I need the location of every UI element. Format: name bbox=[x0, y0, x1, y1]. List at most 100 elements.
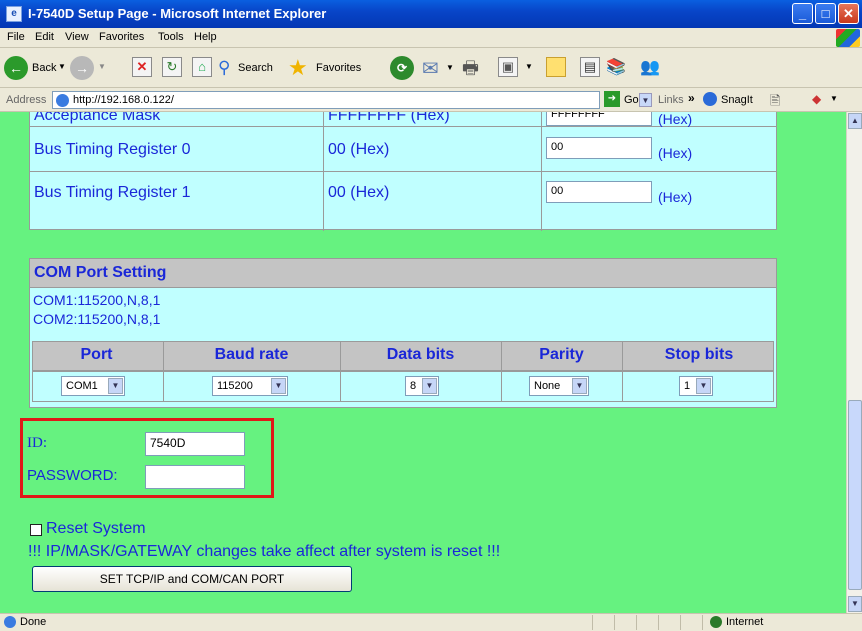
header-parity: Parity bbox=[539, 346, 584, 363]
scroll-down-icon[interactable]: ▼ bbox=[848, 596, 862, 612]
forward-button[interactable]: → ▼ bbox=[70, 55, 110, 81]
edit-icon[interactable]: ▣ bbox=[498, 57, 518, 77]
port-select[interactable]: COM1 ▼ bbox=[61, 376, 125, 396]
toolbar: ← Back ▼ → ▼ ✕ ↻ ⌂ ⚲ Search ★ Favorites … bbox=[0, 48, 862, 88]
discuss-icon[interactable] bbox=[546, 57, 566, 77]
back-button[interactable]: ← Back ▼ bbox=[4, 55, 68, 81]
home-icon[interactable]: ⌂ bbox=[192, 57, 212, 77]
stop-icon[interactable]: ✕ bbox=[132, 57, 152, 77]
bus-timing-0-input[interactable]: 00 bbox=[546, 137, 652, 159]
address-input[interactable]: http://192.168.0.122/ ▼ bbox=[52, 91, 652, 109]
back-arrow-icon: ← bbox=[4, 56, 28, 80]
bus-timing-1-unit: (Hex) bbox=[658, 189, 693, 205]
password-input[interactable] bbox=[145, 465, 245, 489]
title-bar: e I-7540D Setup Page - Microsoft Interne… bbox=[0, 0, 862, 28]
bus-timing-1-input[interactable]: 00 bbox=[546, 181, 652, 203]
password-label: PASSWORD: bbox=[27, 467, 118, 484]
mail-icon: ✉ bbox=[422, 58, 439, 80]
address-bar: Address http://192.168.0.122/ ▼ ➜ Go Lin… bbox=[0, 88, 862, 112]
chevron-down-icon: ▼ bbox=[572, 378, 587, 394]
baud-rate-select[interactable]: 115200 ▼ bbox=[212, 376, 288, 396]
com-port-title: COM Port Setting bbox=[34, 264, 167, 281]
mail-button[interactable]: ✉ ▼ bbox=[422, 55, 462, 81]
chevron-down-icon: ▼ bbox=[108, 378, 123, 394]
reset-system-checkbox-row[interactable]: Reset System bbox=[30, 520, 180, 540]
menu-tools[interactable]: Tools bbox=[158, 31, 184, 43]
acceptance-mask-value: FFFFFFFF (Hex) bbox=[328, 112, 450, 124]
history-icon[interactable]: ⟳ bbox=[390, 56, 414, 80]
com1-status: COM1:115200,N,8,1 bbox=[33, 292, 161, 308]
forward-arrow-icon: → bbox=[70, 56, 94, 80]
refresh-icon[interactable]: ↻ bbox=[162, 57, 182, 77]
windows-logo-icon bbox=[836, 29, 860, 47]
header-stop-bits: Stop bits bbox=[664, 346, 734, 363]
reset-system-checkbox[interactable] bbox=[30, 524, 42, 536]
ie-page-icon bbox=[56, 94, 69, 107]
bus-timing-0-value: 00 (Hex) bbox=[328, 141, 390, 158]
translate-icon[interactable]: ◆ bbox=[812, 92, 821, 106]
bus-timing-1-value: 00 (Hex) bbox=[328, 184, 390, 201]
id-input[interactable]: 7540D bbox=[145, 432, 245, 456]
status-bar: Done Internet bbox=[0, 613, 862, 631]
research-icon[interactable]: 📚 bbox=[606, 57, 626, 83]
status-text: Done bbox=[20, 616, 47, 628]
vertical-scrollbar[interactable]: ▲ ▼ bbox=[846, 112, 862, 613]
acceptance-mask-unit: (Hex) bbox=[658, 112, 693, 127]
header-baud-rate: Baud rate bbox=[214, 346, 289, 363]
com-status: COM1:115200,N,8,1 COM2:115200,N,8,1 bbox=[33, 291, 160, 329]
bus-timing-1-label: Bus Timing Register 1 bbox=[34, 184, 191, 201]
can-setting-table: Acceptance Mask FFFFFFFF (Hex) FFFFFFFF … bbox=[29, 112, 777, 231]
com2-status: COM2:115200,N,8,1 bbox=[33, 311, 161, 327]
chevron-down-icon: ▼ bbox=[696, 378, 711, 394]
header-port: Port bbox=[80, 346, 113, 363]
snagit-button[interactable]: SnagIt bbox=[703, 91, 765, 109]
ie-app-icon: e bbox=[6, 6, 22, 22]
id-label: ID: bbox=[27, 435, 47, 451]
zone-text: Internet bbox=[726, 616, 764, 628]
menu-favorites[interactable]: Favorites bbox=[99, 31, 144, 43]
page-content: Acceptance Mask FFFFFFFF (Hex) FFFFFFFF … bbox=[0, 112, 846, 613]
menu-edit[interactable]: Edit bbox=[35, 31, 54, 43]
com-port-panel: COM1:115200,N,8,1 COM2:115200,N,8,1 Port… bbox=[29, 288, 777, 408]
print-icon[interactable]: 🖶 bbox=[462, 56, 479, 82]
messenger-icon[interactable]: ▤ bbox=[580, 57, 600, 77]
internet-zone-icon bbox=[710, 616, 722, 628]
acceptance-mask-label: Acceptance Mask bbox=[34, 112, 161, 124]
maximize-button[interactable]: □ bbox=[815, 3, 836, 24]
snagit-capture-icon[interactable]: 🖹 bbox=[770, 92, 780, 114]
menu-bar: File Edit View Favorites Tools Help bbox=[0, 28, 862, 48]
page-done-icon bbox=[4, 616, 16, 628]
links-label[interactable]: Links bbox=[658, 94, 684, 106]
users-icon[interactable]: 👥 bbox=[640, 57, 660, 83]
scroll-thumb[interactable] bbox=[848, 400, 862, 590]
menu-view[interactable]: View bbox=[65, 31, 89, 43]
header-data-bits: Data bits bbox=[386, 346, 455, 363]
menu-help[interactable]: Help bbox=[194, 31, 217, 43]
search-icon: ⚲ bbox=[218, 58, 231, 77]
address-label: Address bbox=[6, 94, 47, 106]
scroll-up-icon[interactable]: ▲ bbox=[848, 113, 862, 129]
go-button[interactable]: ➜ Go bbox=[604, 91, 644, 109]
links-chevron-icon[interactable]: » bbox=[688, 91, 695, 105]
minimize-button[interactable]: _ bbox=[792, 3, 813, 24]
window-title: I-7540D Setup Page - Microsoft Internet … bbox=[28, 6, 327, 21]
data-bits-select[interactable]: 8 ▼ bbox=[405, 376, 439, 396]
auth-highlight-box: ID: 7540D PASSWORD: bbox=[20, 418, 274, 498]
com-port-title-bar: COM Port Setting bbox=[29, 258, 777, 288]
stop-bits-select[interactable]: 1 ▼ bbox=[679, 376, 713, 396]
chevron-down-icon: ▼ bbox=[422, 378, 437, 394]
set-tcpip-com-can-button[interactable]: SET TCP/IP and COM/CAN PORT bbox=[32, 566, 352, 592]
search-button[interactable]: ⚲ Search bbox=[218, 55, 284, 81]
favorites-button[interactable]: ★ Favorites bbox=[288, 55, 384, 81]
acceptance-mask-input[interactable]: FFFFFFFF bbox=[546, 112, 652, 126]
parity-select[interactable]: None ▼ bbox=[529, 376, 589, 396]
favorites-star-icon: ★ bbox=[288, 55, 308, 80]
close-button[interactable]: ✕ bbox=[838, 3, 859, 24]
reset-warning: !!! IP/MASK/GATEWAY changes take affect … bbox=[28, 543, 501, 560]
go-arrow-icon: ➜ bbox=[604, 91, 620, 107]
bus-timing-0-unit: (Hex) bbox=[658, 145, 693, 161]
reset-system-label: Reset System bbox=[46, 520, 146, 537]
chevron-down-icon: ▼ bbox=[271, 378, 286, 394]
bus-timing-0-label: Bus Timing Register 0 bbox=[34, 141, 191, 158]
menu-file[interactable]: File bbox=[7, 31, 25, 43]
